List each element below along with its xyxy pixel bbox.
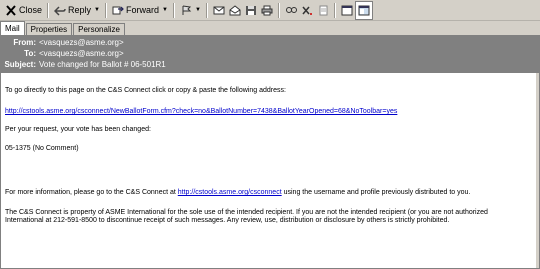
legal-text-line-1: The C&S Connect is property of ASME Inte… xyxy=(5,209,488,216)
window-icon xyxy=(341,5,353,16)
reply-dropdown-arrow-icon[interactable]: ▼ xyxy=(94,7,100,13)
toolbar-separator xyxy=(104,2,107,18)
close-x-icon xyxy=(5,4,17,16)
to-label: To: xyxy=(24,49,36,58)
to-value: <vasquezs@asme.org> xyxy=(39,49,124,58)
previous-button[interactable] xyxy=(339,2,355,19)
ballot-form-link[interactable]: http://cstools.asme.org/csconnect/NewBal… xyxy=(5,108,397,115)
subject-value: Vote changed for Ballot # 06-501R1 xyxy=(39,60,166,69)
more-info-text: For more information, please go to the C… xyxy=(5,189,471,196)
document-icon xyxy=(317,5,329,16)
toolbar-separator xyxy=(333,2,336,18)
csconnect-link[interactable]: http://cstools.asme.org/csconnect xyxy=(178,189,282,196)
subject-row: Subject: Vote changed for Ballot # 06-501… xyxy=(0,59,166,70)
toolbar: Close Reply ▼ Forward ▼ ▼ xyxy=(0,0,540,21)
from-row: From: <vasquezs@asme.org> xyxy=(0,37,124,48)
save-button[interactable] xyxy=(243,2,259,19)
from-value: <vasquezs@asme.org> xyxy=(39,38,124,47)
reply-arrow-icon xyxy=(54,5,66,16)
tab-personalize[interactable]: Personalize xyxy=(73,23,125,35)
message-header: From: <vasquezs@asme.org> To: <vasquezs@as… xyxy=(0,35,540,72)
to-row: To: <vasquezs@asme.org> xyxy=(0,48,124,59)
tab-properties[interactable]: Properties xyxy=(25,23,73,35)
intro-text: To go directly to this page on the C&S C… xyxy=(5,87,286,94)
scrollbar-edge[interactable] xyxy=(536,73,539,268)
flag-dropdown-arrow-icon[interactable]: ▼ xyxy=(195,7,201,13)
close-button[interactable]: Close xyxy=(3,2,44,19)
forward-icon xyxy=(112,5,124,16)
tab-mail[interactable]: Mail xyxy=(0,21,25,35)
toolbar-separator xyxy=(205,2,208,18)
window-pane-icon xyxy=(358,5,370,16)
delete-button[interactable] xyxy=(299,2,315,19)
address-book-icon xyxy=(285,5,297,16)
forward-dropdown-arrow-icon[interactable]: ▼ xyxy=(162,7,168,13)
open-envelope-icon xyxy=(229,4,241,16)
options-button[interactable] xyxy=(315,2,331,19)
toolbar-separator xyxy=(47,2,50,18)
vote-text: 05-1375 (No Comment) xyxy=(5,145,79,152)
reply-button[interactable]: Reply ▼ xyxy=(52,2,102,19)
address-book-button[interactable] xyxy=(283,2,299,19)
printer-icon xyxy=(261,5,273,16)
request-text: Per your request, your vote has been cha… xyxy=(5,126,151,133)
forward-button[interactable]: Forward ▼ xyxy=(110,2,170,19)
print-button[interactable] xyxy=(259,2,275,19)
tab-strip: Mail Properties Personalize xyxy=(0,21,540,35)
legal-text-line-2: International at 212-591-8500 to discont… xyxy=(5,217,450,224)
open-button[interactable] xyxy=(227,2,243,19)
save-disk-icon xyxy=(245,5,257,16)
move-button[interactable] xyxy=(211,2,227,19)
next-button[interactable] xyxy=(354,0,373,20)
from-label: From: xyxy=(13,38,36,47)
toolbar-separator xyxy=(172,2,175,18)
flag-icon xyxy=(180,5,192,16)
delete-x-icon xyxy=(301,5,313,16)
envelope-icon xyxy=(213,5,225,16)
message-body: To go directly to this page on the C&S C… xyxy=(0,72,540,269)
flag-button[interactable]: ▼ xyxy=(178,2,203,19)
subject-label: Subject: xyxy=(4,60,36,69)
toolbar-separator xyxy=(277,2,280,18)
